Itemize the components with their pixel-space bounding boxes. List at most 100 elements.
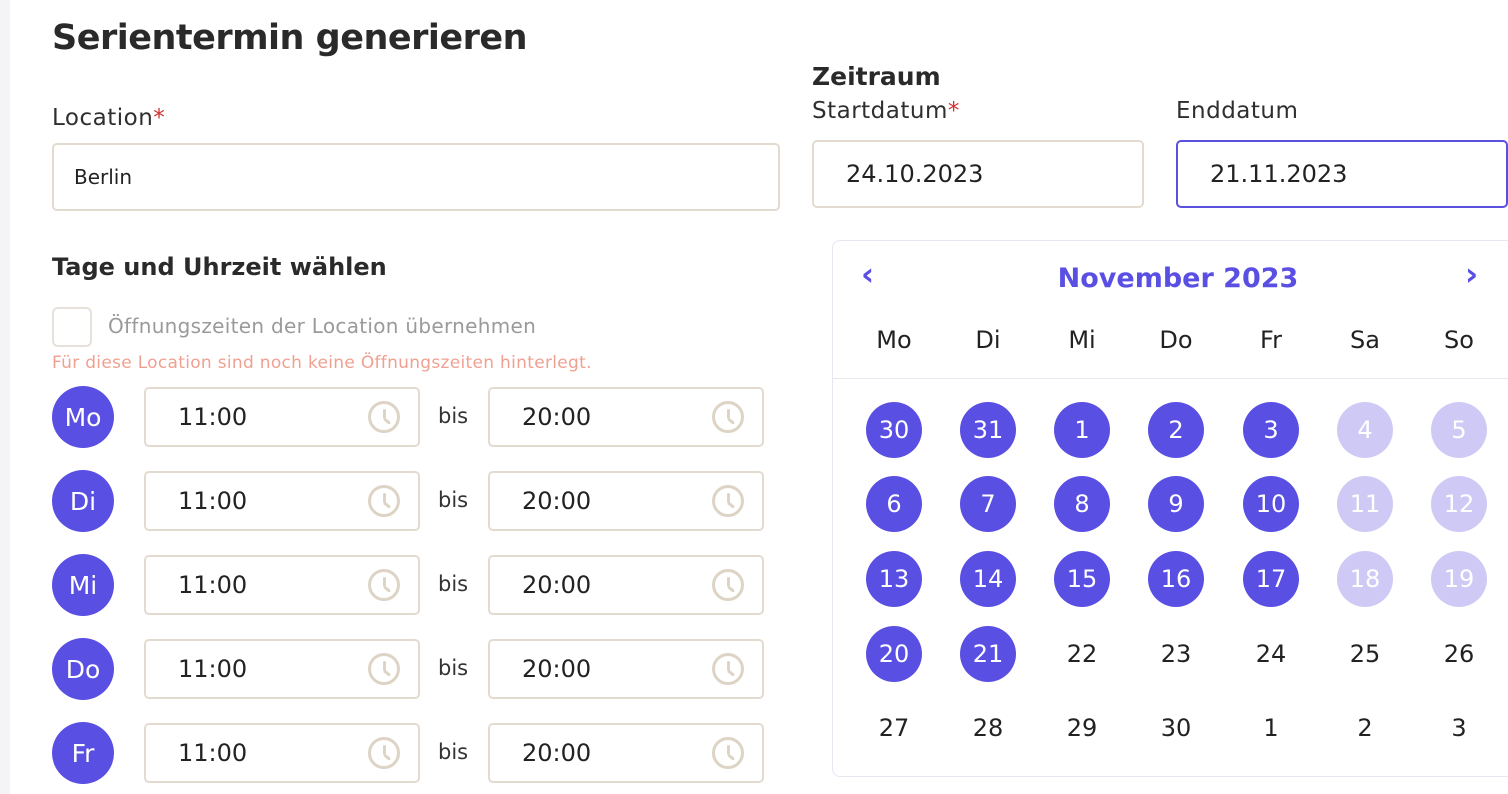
time-to-input-value: 20:00 bbox=[522, 739, 592, 767]
time-to-input-value: 20:00 bbox=[522, 655, 592, 683]
calendar-day[interactable]: 29 bbox=[1054, 700, 1110, 756]
calendar-weekday: Di bbox=[975, 326, 1001, 354]
calendar-day[interactable]: 25 bbox=[1337, 626, 1393, 682]
calendar-day[interactable]: 24 bbox=[1243, 626, 1299, 682]
time-to-input[interactable]: 20:00 bbox=[488, 639, 764, 699]
time-from-input[interactable]: 11:00 bbox=[144, 639, 420, 699]
calendar-day[interactable]: 14 bbox=[960, 551, 1016, 607]
calendar-weekday: Mi bbox=[1068, 326, 1096, 354]
start-date-input[interactable]: 24.10.2023 bbox=[812, 140, 1144, 208]
time-from-input-value: 11:00 bbox=[178, 403, 248, 431]
day-badge: Do bbox=[52, 638, 114, 700]
calendar-day[interactable]: 23 bbox=[1148, 626, 1204, 682]
time-from-input[interactable]: 11:00 bbox=[144, 555, 420, 615]
calendar-weekday: Mo bbox=[876, 326, 912, 354]
day-badge: Di bbox=[52, 470, 114, 532]
bis-label: bis bbox=[438, 572, 469, 596]
calendar-day[interactable]: 1 bbox=[1243, 700, 1299, 756]
calendar-day[interactable]: 9 bbox=[1148, 476, 1204, 532]
time-to-input-value: 20:00 bbox=[522, 571, 592, 599]
calendar-day[interactable]: 16 bbox=[1148, 551, 1204, 607]
time-from-input-value: 11:00 bbox=[178, 655, 248, 683]
bis-label: bis bbox=[438, 404, 469, 428]
time-to-input-value: 20:00 bbox=[522, 487, 592, 515]
calendar-day[interactable]: 22 bbox=[1054, 626, 1110, 682]
calendar-day[interactable]: 31 bbox=[960, 402, 1016, 458]
times-section-title: Tage und Uhrzeit wählen bbox=[52, 253, 387, 281]
required-mark: * bbox=[947, 98, 960, 124]
time-from-input[interactable]: 11:00 bbox=[144, 723, 420, 783]
calendar-day[interactable]: 11 bbox=[1337, 476, 1393, 532]
clock-icon[interactable] bbox=[368, 737, 400, 769]
location-input[interactable]: Berlin bbox=[52, 143, 780, 211]
calendar-day[interactable]: 3 bbox=[1243, 402, 1299, 458]
calendar-day[interactable]: 3 bbox=[1431, 700, 1487, 756]
end-date-input[interactable]: 21.11.2023 bbox=[1176, 140, 1508, 208]
clock-icon[interactable] bbox=[712, 653, 744, 685]
time-from-input-value: 11:00 bbox=[178, 487, 248, 515]
zeitraum-title: Zeitraum bbox=[812, 62, 941, 91]
calendar-day[interactable]: 26 bbox=[1431, 626, 1487, 682]
calendar-day[interactable]: 4 bbox=[1337, 402, 1393, 458]
time-from-input[interactable]: 11:00 bbox=[144, 387, 420, 447]
start-date-label-text: Startdatum bbox=[812, 98, 948, 124]
calendar-day[interactable]: 7 bbox=[960, 476, 1016, 532]
clock-icon[interactable] bbox=[712, 737, 744, 769]
calendar-day[interactable]: 5 bbox=[1431, 402, 1487, 458]
time-to-input[interactable]: 20:00 bbox=[488, 471, 764, 531]
calendar-day[interactable]: 15 bbox=[1054, 551, 1110, 607]
location-label: Location* bbox=[52, 105, 165, 131]
day-badge: Mo bbox=[52, 386, 114, 448]
calendar-day[interactable]: 1 bbox=[1054, 402, 1110, 458]
calendar-day[interactable]: 10 bbox=[1243, 476, 1299, 532]
clock-icon[interactable] bbox=[368, 569, 400, 601]
end-date-label: Enddatum bbox=[1176, 98, 1299, 124]
calendar-day[interactable]: 20 bbox=[866, 626, 922, 682]
time-from-input-value: 11:00 bbox=[178, 571, 248, 599]
clock-icon[interactable] bbox=[368, 401, 400, 433]
series-appointment-panel: Serientermin generieren Location* Berlin… bbox=[10, 0, 1508, 794]
calendar-day[interactable]: 27 bbox=[866, 700, 922, 756]
page-title: Serientermin generieren bbox=[52, 18, 528, 58]
clock-icon[interactable] bbox=[368, 485, 400, 517]
start-date-value: 24.10.2023 bbox=[846, 160, 984, 188]
day-badge: Mi bbox=[52, 554, 114, 616]
end-date-value: 21.11.2023 bbox=[1210, 160, 1348, 188]
clock-icon[interactable] bbox=[712, 569, 744, 601]
required-mark: * bbox=[153, 105, 166, 131]
opening-hours-checkbox-label[interactable]: Öffnungszeiten der Location übernehmen bbox=[108, 314, 536, 338]
clock-icon[interactable] bbox=[368, 653, 400, 685]
time-to-input[interactable]: 20:00 bbox=[488, 723, 764, 783]
calendar-day[interactable]: 6 bbox=[866, 476, 922, 532]
calendar-weekday: Sa bbox=[1350, 326, 1380, 354]
calendar-day[interactable]: 30 bbox=[1148, 700, 1204, 756]
calendar-day[interactable]: 13 bbox=[866, 551, 922, 607]
calendar-day[interactable]: 12 bbox=[1431, 476, 1487, 532]
bis-label: bis bbox=[438, 656, 469, 680]
calendar-day[interactable]: 2 bbox=[1148, 402, 1204, 458]
time-to-input-value: 20:00 bbox=[522, 403, 592, 431]
clock-icon[interactable] bbox=[712, 401, 744, 433]
chevron-right-icon[interactable]: › bbox=[1465, 255, 1478, 293]
calendar-day[interactable]: 8 bbox=[1054, 476, 1110, 532]
calendar-day[interactable]: 2 bbox=[1337, 700, 1393, 756]
time-to-input[interactable]: 20:00 bbox=[488, 555, 764, 615]
calendar-day[interactable]: 30 bbox=[866, 402, 922, 458]
opening-hours-warning: Für diese Location sind noch keine Öffnu… bbox=[52, 353, 592, 373]
calendar-weekday: So bbox=[1444, 326, 1474, 354]
time-from-input[interactable]: 11:00 bbox=[144, 471, 420, 531]
date-picker-calendar: ‹ November 2023 › Mo Di Mi Do Fr Sa So 30 31 1 2 3… bbox=[832, 240, 1508, 777]
clock-icon[interactable] bbox=[712, 485, 744, 517]
calendar-day[interactable]: 18 bbox=[1337, 551, 1393, 607]
time-to-input[interactable]: 20:00 bbox=[488, 387, 764, 447]
calendar-divider bbox=[833, 378, 1508, 379]
calendar-month-title: November 2023 bbox=[1057, 263, 1299, 294]
calendar-day[interactable]: 19 bbox=[1431, 551, 1487, 607]
location-value: Berlin bbox=[74, 165, 133, 189]
calendar-day[interactable]: 17 bbox=[1243, 551, 1299, 607]
location-label-text: Location bbox=[52, 105, 154, 131]
day-badge: Fr bbox=[52, 722, 114, 784]
calendar-day[interactable]: 21 bbox=[960, 626, 1016, 682]
opening-hours-checkbox[interactable] bbox=[52, 307, 92, 347]
calendar-day[interactable]: 28 bbox=[960, 700, 1016, 756]
